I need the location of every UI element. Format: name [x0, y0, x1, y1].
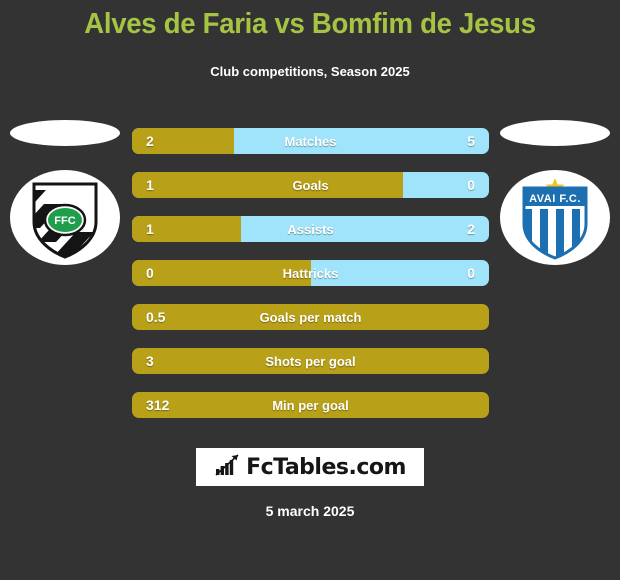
avai-crest-icon: AVAI F.C.: [500, 170, 610, 265]
stat-row-matches-away-value: 5: [467, 133, 475, 149]
stat-row-hattricks: 0 Hattricks 0: [132, 260, 489, 286]
home-team-crest: FFC: [10, 120, 120, 265]
stat-row-assists-label: Assists: [287, 221, 334, 237]
figueirense-crest-icon: FFC: [10, 170, 120, 265]
fctables-brand-text: FcTables.com: [246, 454, 406, 480]
home-crest-text: FFC: [54, 215, 75, 227]
page-title: Alves de Faria vs Bomfim de Jesus: [84, 8, 536, 40]
footer-date: 5 march 2025: [265, 503, 355, 519]
stat-row-goals-label: Goals: [292, 177, 329, 193]
page-subtitle: Club competitions, Season 2025: [210, 64, 410, 79]
stat-row-hattricks-away-value: 0: [467, 265, 475, 281]
stat-row-hattricks-label: Hattricks: [282, 265, 339, 281]
stat-row-assists: 1 Assists 2: [132, 216, 489, 242]
stat-comparison-card: Alves de Faria vs Bomfim de Jesus Club c…: [0, 0, 620, 580]
stat-row-goals-per-match-label: Goals per match: [259, 309, 362, 325]
stat-row-shots-per-goal-label: Shots per goal: [265, 353, 356, 369]
stat-row-min-per-goal: 312 Min per goal: [132, 392, 489, 418]
stat-row-goals: 1 Goals 0: [132, 172, 489, 198]
away-crest-highlight-ellipse: [500, 120, 610, 146]
fctables-brand-logo[interactable]: FcTables.com: [196, 448, 424, 486]
stat-row-matches-label: Matches: [284, 133, 337, 149]
stats-bar-list: 2 Matches 5 1 Goals 0 1 Assists 2 0 Hatt…: [132, 128, 489, 436]
away-crest-text: AVAI F.C.: [529, 193, 581, 205]
stat-row-assists-away-value: 2: [467, 221, 475, 237]
stat-row-shots-per-goal: 3 Shots per goal: [132, 348, 489, 374]
home-crest-highlight-ellipse: [10, 120, 120, 146]
away-team-crest: AVAI F.C.: [500, 120, 610, 265]
stat-row-goals-per-match: 0.5 Goals per match: [132, 304, 489, 330]
bar-chart-trend-icon: [214, 453, 240, 482]
stat-row-min-per-goal-label: Min per goal: [272, 397, 349, 413]
stat-row-matches: 2 Matches 5: [132, 128, 489, 154]
stat-row-goals-away-value: 0: [467, 177, 475, 193]
